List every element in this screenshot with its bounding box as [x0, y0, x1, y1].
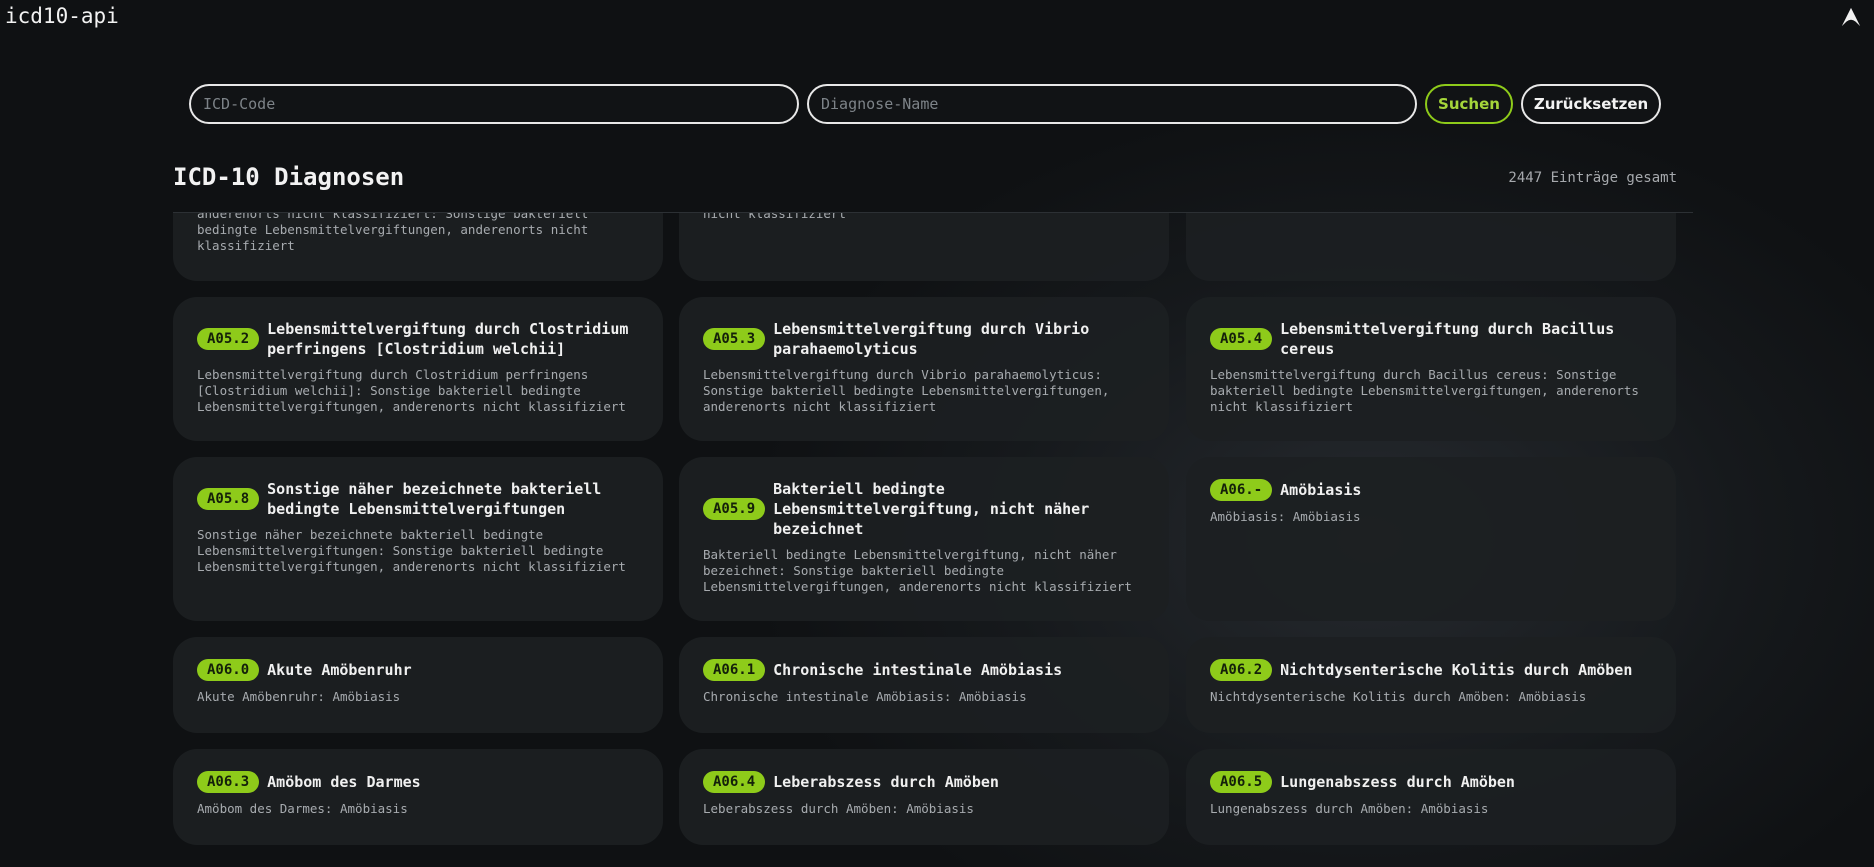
- card-description: nicht klassifiziert: [703, 213, 846, 221]
- card-description: Amöbiasis: Amöbiasis: [1210, 509, 1361, 524]
- diagnosis-card[interactable]: A06.0 Akute Amöbenruhr Akute Amöbenruhr: …: [173, 637, 663, 733]
- diagnosis-card[interactable]: A06.2 Nichtdysenterische Kolitis durch Am…: [1186, 637, 1676, 733]
- icd-code-badge: A05.3: [703, 328, 766, 350]
- card-title: Lebensmittelvergiftung durch Clostridium…: [267, 320, 629, 358]
- diagnosis-grid: anderenorts nicht klassifiziert: Sonstig…: [0, 213, 1874, 867]
- card-description: Bakteriell bedingte Lebensmittelvergiftu…: [703, 547, 1132, 594]
- card-title: Lungenabszess durch Amöben: [1280, 773, 1515, 791]
- card-description: Lebensmittelvergiftung durch Clostridium…: [197, 367, 626, 414]
- icd-code-badge: A05.4: [1210, 328, 1273, 350]
- card-title: Amöbom des Darmes: [267, 773, 421, 791]
- icd-code-badge: A05.2: [197, 328, 260, 350]
- card-description: Akute Amöbenruhr: Amöbiasis: [197, 689, 401, 704]
- app-title[interactable]: icd10-api: [5, 4, 119, 28]
- card-description: Sonstige näher bezeichnete bakteriell be…: [197, 527, 626, 574]
- card-description: Chronische intestinale Amöbiasis: Amöbia…: [703, 689, 1027, 704]
- card-description: Nichtdysenterische Kolitis durch Amöben:…: [1210, 689, 1587, 704]
- entry-count: 2447 Einträge gesamt: [1508, 170, 1677, 186]
- header-divider: [173, 212, 1693, 213]
- diagnosis-card[interactable]: A06.1 Chronische intestinale Amöbiasis Ch…: [679, 637, 1169, 733]
- icd-code-badge: A06.5: [1210, 771, 1273, 793]
- diagnosis-card[interactable]: anderenorts nicht klassifiziert: Sonstig…: [173, 213, 663, 281]
- diagnosis-card[interactable]: [1186, 213, 1676, 281]
- diagnosis-card[interactable]: A06.5 Lungenabszess durch Amöben Lungenab…: [1186, 749, 1676, 845]
- card-title: Nichtdysenterische Kolitis durch Amöben: [1280, 661, 1633, 679]
- icd-code-badge: A06.4: [703, 771, 766, 793]
- card-description: anderenorts nicht klassifiziert: Sonstig…: [197, 213, 589, 253]
- diagnosis-card[interactable]: A06.4 Leberabszess durch Amöben Leberabsz…: [679, 749, 1169, 845]
- diagnosis-card[interactable]: A05.3 Lebensmittelvergiftung durch Vibrio…: [679, 297, 1169, 441]
- diagnosis-card[interactable]: A06.- Amöbiasis Amöbiasis: Amöbiasis: [1186, 457, 1676, 621]
- card-description: Lungenabszess durch Amöben: Amöbiasis: [1210, 801, 1489, 816]
- icd-code-badge: A06.2: [1210, 659, 1273, 681]
- search-bar: Suchen Zurücksetzen: [189, 84, 1661, 124]
- card-description: Leberabszess durch Amöben: Amöbiasis: [703, 801, 974, 816]
- icd-code-badge: A05.9: [703, 498, 766, 520]
- page-title: ICD-10 Diagnosen: [173, 163, 405, 191]
- icd-code-badge: A05.8: [197, 488, 260, 510]
- arch-logo-icon[interactable]: [1840, 6, 1862, 28]
- diagnosis-card[interactable]: A05.2 Lebensmittelvergiftung durch Clostr…: [173, 297, 663, 441]
- card-title: Bakteriell bedingte Lebensmittelvergiftu…: [773, 480, 1090, 538]
- card-description: Lebensmittelvergiftung durch Bacillus ce…: [1210, 367, 1639, 414]
- diagnosis-card[interactable]: A05.4 Lebensmittelvergiftung durch Bacill…: [1186, 297, 1676, 441]
- card-title: Leberabszess durch Amöben: [773, 773, 999, 791]
- icd-code-badge: A06.3: [197, 771, 260, 793]
- diagnosis-card[interactable]: A05.9 Bakteriell bedingte Lebensmittelver…: [679, 457, 1169, 621]
- icd-code-input[interactable]: [189, 84, 799, 124]
- card-title: Amöbiasis: [1280, 481, 1362, 499]
- card-description: Lebensmittelvergiftung durch Vibrio para…: [703, 367, 1110, 414]
- card-title: Sonstige näher bezeichnete bakteriell be…: [267, 480, 602, 518]
- icd-code-badge: A06.0: [197, 659, 260, 681]
- card-title: Chronische intestinale Amöbiasis: [773, 661, 1063, 679]
- diagnosis-card[interactable]: A06.3 Amöbom des Darmes Amöbom des Darmes…: [173, 749, 663, 845]
- card-title: Lebensmittelvergiftung durch Vibrio para…: [773, 320, 1090, 358]
- card-title: Lebensmittelvergiftung durch Bacillus ce…: [1280, 320, 1615, 358]
- diagnosis-name-input[interactable]: [807, 84, 1417, 124]
- reset-button[interactable]: Zurücksetzen: [1521, 84, 1661, 124]
- card-description: Amöbom des Darmes: Amöbiasis: [197, 801, 408, 816]
- card-title: Akute Amöbenruhr: [267, 661, 412, 679]
- search-button[interactable]: Suchen: [1425, 84, 1513, 124]
- icd-code-badge: A06.-: [1210, 479, 1273, 501]
- diagnosis-card[interactable]: nicht klassifiziert: [679, 213, 1169, 281]
- diagnosis-card[interactable]: A05.8 Sonstige näher bezeichnete bakterie…: [173, 457, 663, 621]
- icd-code-badge: A06.1: [703, 659, 766, 681]
